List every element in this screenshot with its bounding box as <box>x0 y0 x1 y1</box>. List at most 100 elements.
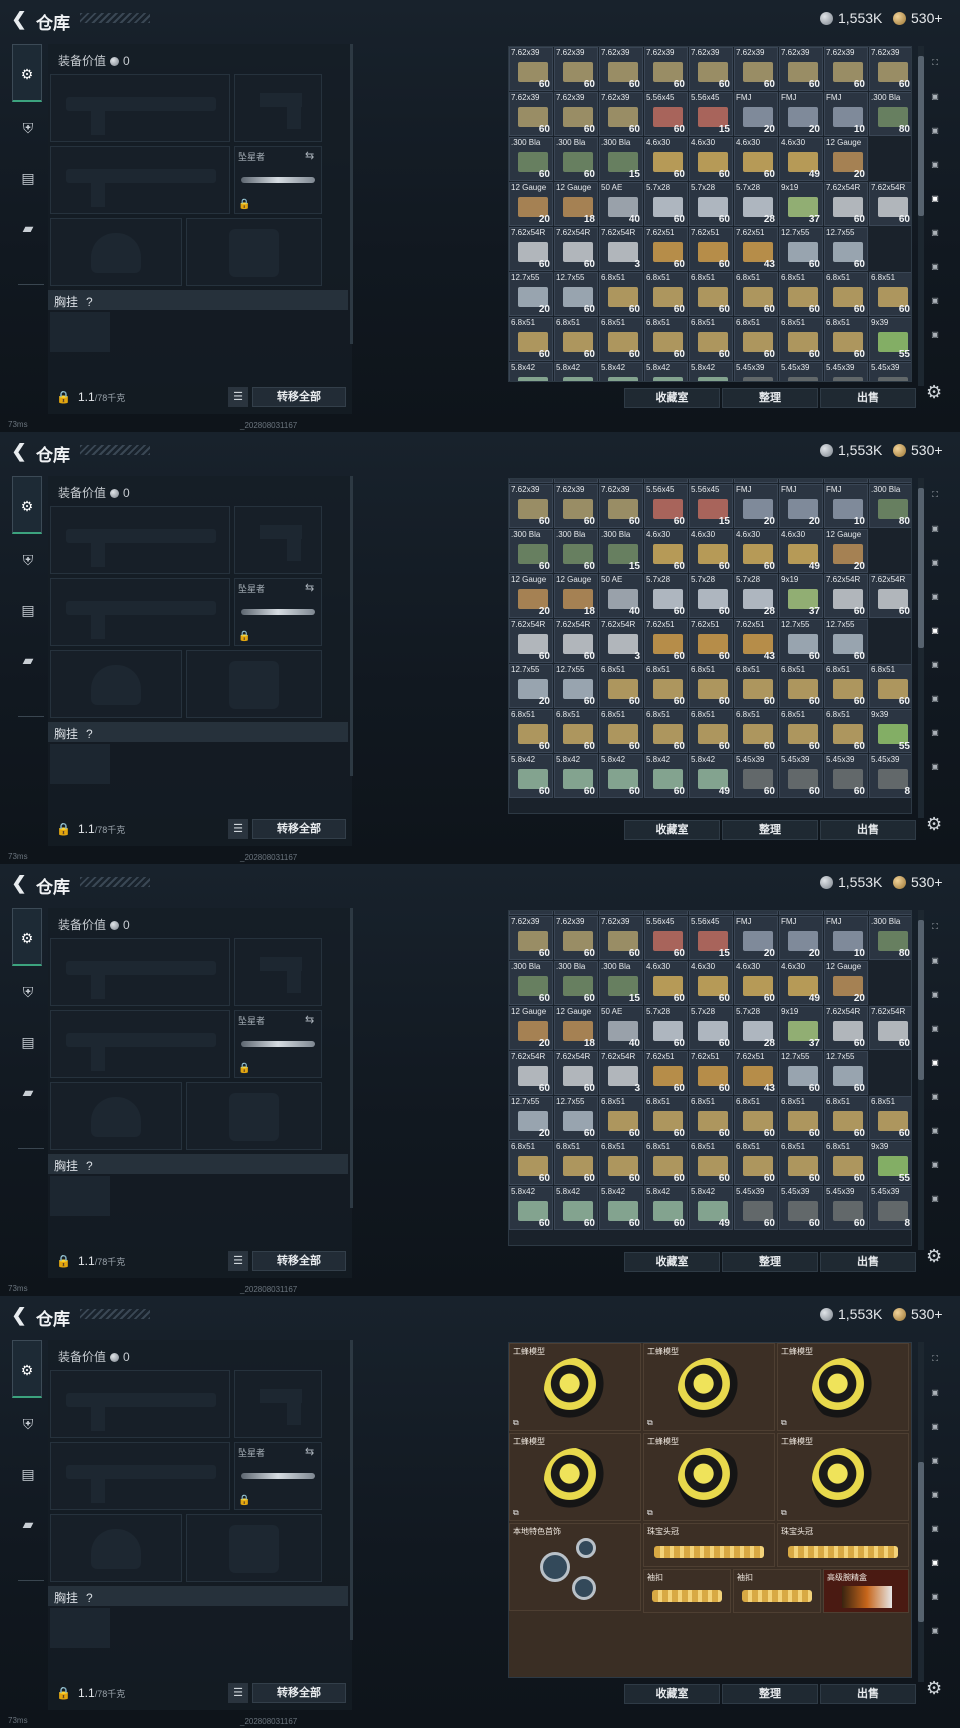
right-tab-5[interactable]: ▣ <box>920 220 950 246</box>
ammo-item[interactable]: 4.6x30 49 <box>779 961 823 1005</box>
swap-icon[interactable]: ⇆ <box>305 1445 314 1458</box>
ammo-item[interactable]: 6.8x51 60 <box>779 709 823 753</box>
ammo-item[interactable]: 7.62x3960 <box>554 911 598 915</box>
bee-model-item[interactable]: 工蜂模型 ⧉ <box>643 1433 775 1521</box>
left-tab-shield[interactable]: ⛨ <box>14 978 42 1006</box>
ammo-item[interactable]: 5.45x39 60 <box>824 1186 868 1230</box>
armor-slot[interactable] <box>186 1082 322 1150</box>
ammo-item[interactable]: 5.56x45 60 <box>644 92 688 136</box>
back-arrow-icon[interactable]: ❮ <box>8 8 30 30</box>
ammo-item[interactable]: 5.8x4260 <box>644 754 688 798</box>
equipment-scrollbar[interactable] <box>350 908 353 1208</box>
left-tab-shield[interactable]: ⛨ <box>14 546 42 574</box>
pistol-slot[interactable] <box>234 1370 322 1438</box>
ammo-item[interactable]: 7.62x51 43 <box>734 619 778 663</box>
swap-icon[interactable]: ⇆ <box>305 149 314 162</box>
crown-item[interactable]: 珠宝头冠 <box>643 1523 775 1567</box>
ammo-item[interactable]: 5.8x4260 <box>599 754 643 798</box>
ammo-item[interactable]: 7.62x54R 60 <box>824 1006 868 1050</box>
ammo-item[interactable]: 4.6x30 60 <box>689 961 733 1005</box>
ammo-item[interactable]: .300 Bla 60 <box>509 529 553 573</box>
ammo-item[interactable]: 7.62x3960 <box>869 479 911 483</box>
ammo-item[interactable]: 5.7x28 60 <box>644 574 688 618</box>
swap-icon[interactable]: ⇆ <box>305 581 314 594</box>
bee-model-item[interactable]: 工蜂模型 ⧉ <box>777 1343 909 1431</box>
ammo-item[interactable]: 7.62x3960 <box>689 911 733 915</box>
ammo-item[interactable]: FMJ 10 <box>824 484 868 528</box>
ammo-item[interactable]: 12.7x55 20 <box>509 1096 553 1140</box>
ammo-item[interactable]: 6.8x51 60 <box>779 1141 823 1185</box>
ammo-item[interactable]: 12.7x55 20 <box>509 272 553 316</box>
ammo-item[interactable]: 12 Gauge 20 <box>824 961 868 1005</box>
right-tab-3[interactable]: ▣ <box>920 584 950 610</box>
right-tab-6[interactable]: ▣ <box>920 686 950 712</box>
ammo-item[interactable]: 5.56x45 15 <box>689 484 733 528</box>
left-tab-clipboard[interactable]: ▤ <box>14 596 42 624</box>
ammo-item[interactable]: 7.62x3960 <box>779 47 823 91</box>
ammo-item[interactable]: 7.62x3960 <box>824 911 868 915</box>
armor-slot[interactable] <box>186 650 322 718</box>
transfer-all-button[interactable]: 转移全部 <box>252 1683 346 1703</box>
ammo-item[interactable]: 5.8x4260 <box>554 362 598 381</box>
ammo-item[interactable]: 4.6x30 49 <box>779 529 823 573</box>
right-tab-4[interactable]: ▣ <box>920 618 950 644</box>
left-tab-briefcase[interactable]: ▰ <box>14 646 42 674</box>
right-tab-8[interactable]: ▣ <box>920 754 950 780</box>
ammo-item[interactable]: FMJ 20 <box>734 916 778 960</box>
right-tab-5[interactable]: ▣ <box>920 652 950 678</box>
secondary-weapon-slot[interactable] <box>50 578 230 646</box>
ammo-item[interactable]: 5.8x4260 <box>599 362 643 381</box>
collection-button[interactable]: 收藏室 <box>624 1684 720 1704</box>
ammo-item[interactable]: 12 Gauge 20 <box>509 182 553 226</box>
sell-button[interactable]: 出售 <box>820 1684 916 1704</box>
left-tab-gun[interactable]: ⚙ <box>12 908 42 966</box>
ammo-item[interactable]: 12.7x55 60 <box>554 664 598 708</box>
ammo-item[interactable]: 7.62x54R 60 <box>509 1051 553 1095</box>
ammo-item[interactable]: 5.8x4260 <box>509 362 553 381</box>
ammo-item[interactable]: 6.8x51 60 <box>644 1096 688 1140</box>
bee-model-item[interactable]: 工蜂模型 ⧉ <box>643 1343 775 1431</box>
ammo-item[interactable]: 4.6x30 49 <box>779 137 823 181</box>
right-tab-3[interactable]: ▣ <box>920 152 950 178</box>
ammo-item[interactable]: 7.62x51 60 <box>689 619 733 663</box>
ammo-item[interactable]: 12.7x55 60 <box>779 619 823 663</box>
ammo-item[interactable]: 4.6x30 60 <box>644 529 688 573</box>
ammo-item[interactable]: 7.62x3960 <box>779 479 823 483</box>
ammo-item[interactable]: 6.8x51 60 <box>689 1141 733 1185</box>
ammo-item[interactable]: 5.8x4260 <box>554 1186 598 1230</box>
transfer-all-button[interactable]: 转移全部 <box>252 1251 346 1271</box>
ammo-item[interactable]: FMJ 20 <box>734 484 778 528</box>
ammo-item[interactable]: 6.8x51 60 <box>734 272 778 316</box>
primary-weapon-slot[interactable] <box>50 506 230 574</box>
ammo-item[interactable]: 6.8x51 60 <box>599 664 643 708</box>
ammo-item[interactable]: 4.6x30 60 <box>644 961 688 1005</box>
left-tab-briefcase[interactable]: ▰ <box>14 1510 42 1538</box>
ammo-item[interactable]: 6.8x51 60 <box>824 1096 868 1140</box>
ammo-item[interactable]: 12.7x55 60 <box>779 227 823 271</box>
secondary-weapon-slot[interactable] <box>50 1442 230 1510</box>
ammo-item[interactable]: 7.62x3960 <box>734 47 778 91</box>
ammo-item[interactable]: 7.62x3960 <box>554 47 598 91</box>
ammo-item[interactable]: 6.8x51 60 <box>689 272 733 316</box>
ammo-item[interactable]: 5.45x39 8 <box>869 754 911 798</box>
ammo-item[interactable]: 6.8x51 60 <box>734 1141 778 1185</box>
ammo-item[interactable]: 7.62x3960 <box>599 911 643 915</box>
ammo-item[interactable]: 7.62x3960 <box>554 479 598 483</box>
ammo-item[interactable]: 6.8x51 60 <box>644 272 688 316</box>
ammo-item[interactable]: 5.7x28 60 <box>644 182 688 226</box>
back-arrow-icon[interactable]: ❮ <box>8 872 30 894</box>
ammo-item[interactable]: 6.8x51 60 <box>644 1141 688 1185</box>
ammo-item[interactable]: 7.62x51 60 <box>644 1051 688 1095</box>
ammo-item[interactable]: 5.56x45 60 <box>644 484 688 528</box>
ammo-item[interactable]: 6.8x51 60 <box>869 664 911 708</box>
ammo-item[interactable]: 7.62x54R 60 <box>554 619 598 663</box>
right-tab-8[interactable]: ▣ <box>920 1618 950 1644</box>
ammo-item[interactable]: 6.8x51 60 <box>734 709 778 753</box>
gold-currency[interactable]: 530+ <box>893 1306 943 1322</box>
right-tab-0[interactable]: ⛶ <box>920 1346 950 1372</box>
right-tab-4[interactable]: ▣ <box>920 186 950 212</box>
settings-gear-icon[interactable]: ⚙ <box>926 814 942 835</box>
ammo-item[interactable]: 7.62x3960 <box>509 479 553 483</box>
back-arrow-icon[interactable]: ❮ <box>8 1304 30 1326</box>
ammo-item[interactable]: 5.8x4260 <box>644 1186 688 1230</box>
